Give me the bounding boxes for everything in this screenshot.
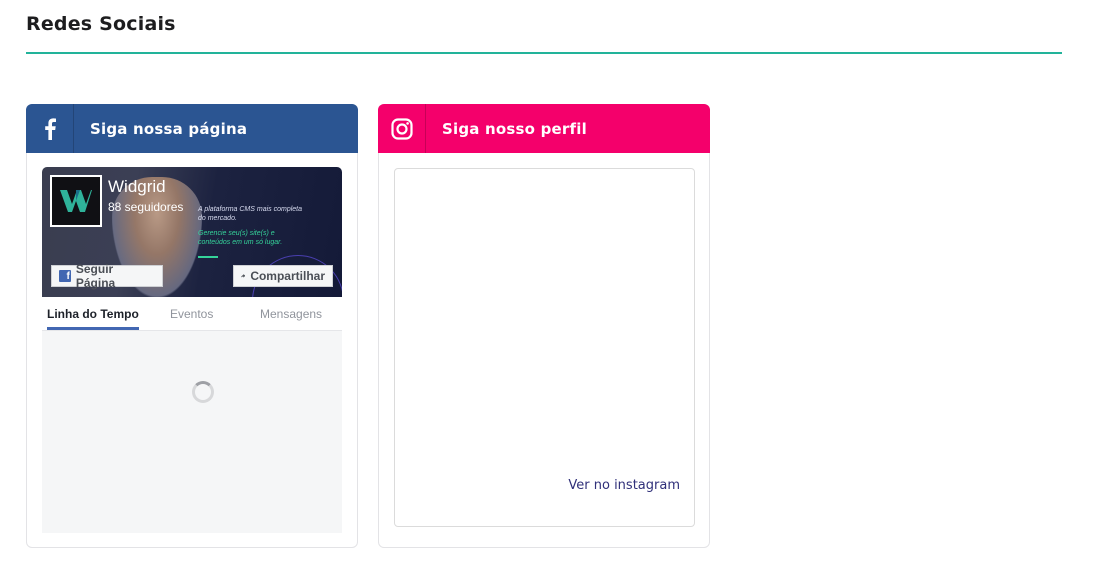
tab-timeline[interactable]: Linha do Tempo — [47, 307, 139, 321]
tab-messages[interactable]: Mensagens — [260, 307, 322, 321]
share-arrow-icon — [241, 274, 246, 278]
followers-count: 88 seguidores — [108, 200, 184, 214]
tab-events[interactable]: Eventos — [170, 307, 213, 321]
title-divider — [26, 52, 1062, 54]
instagram-card-header[interactable]: Siga nosso perfil — [378, 104, 710, 153]
page-logo[interactable] — [50, 175, 102, 227]
page-name-link[interactable]: Widgrid — [108, 177, 166, 197]
facebook-icon — [26, 104, 74, 153]
follow-page-button[interactable]: f Seguir Página — [51, 262, 163, 290]
loading-spinner-icon — [192, 381, 214, 403]
cover-subtagline: Gerencie seu(s) site(s) e conteúdos em u… — [198, 230, 283, 246]
facebook-card: Siga nossa página A plataforma CMS mais … — [26, 104, 358, 548]
facebook-tabs: Linha do Tempo Eventos Mensagens — [42, 297, 342, 331]
instagram-card: Siga nosso perfil Ver no instagram — [378, 104, 710, 548]
instagram-embed: Ver no instagram — [394, 168, 695, 527]
facebook-cover-image: A plataforma CMS mais completa do mercad… — [42, 167, 342, 297]
cover-tagline: A plataforma CMS mais completa do mercad… — [198, 206, 302, 222]
view-on-instagram-link[interactable]: Ver no instagram — [568, 478, 680, 493]
share-label: Compartilhar — [250, 269, 325, 283]
facebook-page-embed: A plataforma CMS mais completa do mercad… — [42, 167, 342, 533]
facebook-square-icon: f — [59, 270, 71, 282]
follow-page-label: Seguir Página — [75, 262, 116, 290]
cover-dash — [198, 256, 218, 258]
facebook-card-title: Siga nossa página — [90, 119, 248, 138]
active-tab-indicator — [47, 327, 139, 330]
share-button[interactable]: Compartilhar — [233, 265, 333, 287]
section-title: Redes Sociais — [26, 13, 176, 35]
instagram-card-title: Siga nosso perfil — [442, 119, 587, 138]
instagram-icon — [378, 104, 426, 153]
facebook-card-header[interactable]: Siga nossa página — [26, 104, 358, 153]
